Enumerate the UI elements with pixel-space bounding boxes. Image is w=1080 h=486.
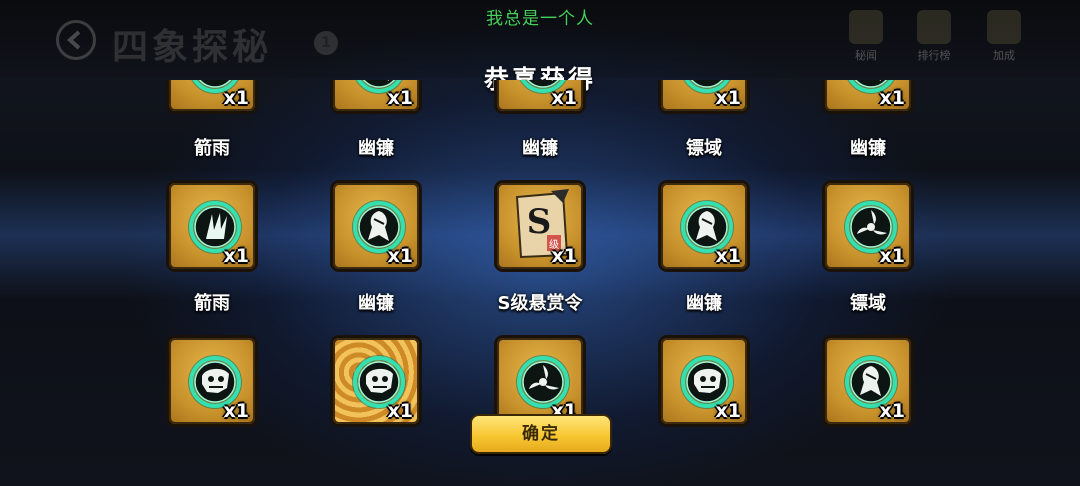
reward-quantity: x1 [387, 400, 413, 422]
reward-slot[interactable]: x1 [330, 335, 422, 427]
reward-quantity: x1 [715, 87, 741, 109]
reward-name: 箭雨 [194, 293, 230, 314]
reward-quantity: x1 [551, 87, 577, 109]
reward-name: 幽镰 [522, 138, 558, 159]
reward-slot[interactable]: x1 [658, 180, 750, 272]
reward-quantity: x1 [715, 400, 741, 422]
reward-name: 幽镰 [686, 293, 722, 314]
reward-quantity: x1 [387, 245, 413, 267]
reward-slot[interactable]: x1 [166, 335, 258, 427]
reward-quantity: x1 [715, 245, 741, 267]
reward-quantity: x1 [879, 87, 905, 109]
reward-slot[interactable]: x1 [658, 335, 750, 427]
reward-name: S级悬赏令 [497, 293, 583, 314]
reward-quantity: x1 [223, 400, 249, 422]
reward-slot[interactable]: S 级 x1 [494, 180, 586, 272]
reward-slot[interactable]: x1 [822, 335, 914, 427]
reward-quantity: x1 [879, 400, 905, 422]
reward-name: 幽镰 [358, 293, 394, 314]
reward-name: 箭雨 [194, 138, 230, 159]
reward-name: 镖域 [850, 293, 886, 314]
reward-quantity: x1 [387, 87, 413, 109]
reward-slot[interactable]: x1 [330, 180, 422, 272]
reward-quantity: x1 [551, 245, 577, 267]
reward-quantity: x1 [879, 245, 905, 267]
back-arrow-icon [66, 30, 81, 50]
reward-slot[interactable]: x1 [822, 180, 914, 272]
reward-slot[interactable]: x1 [166, 180, 258, 272]
reward-quantity: x1 [223, 245, 249, 267]
reward-name: 幽镰 [358, 138, 394, 159]
reward-name: 幽镰 [850, 138, 886, 159]
reward-name: 镖域 [686, 138, 722, 159]
confirm-button[interactable]: 确定 [470, 414, 612, 454]
player-name: 我总是一个人 [486, 9, 594, 29]
reward-quantity: x1 [223, 87, 249, 109]
background-level-badge: 1 [314, 31, 338, 55]
